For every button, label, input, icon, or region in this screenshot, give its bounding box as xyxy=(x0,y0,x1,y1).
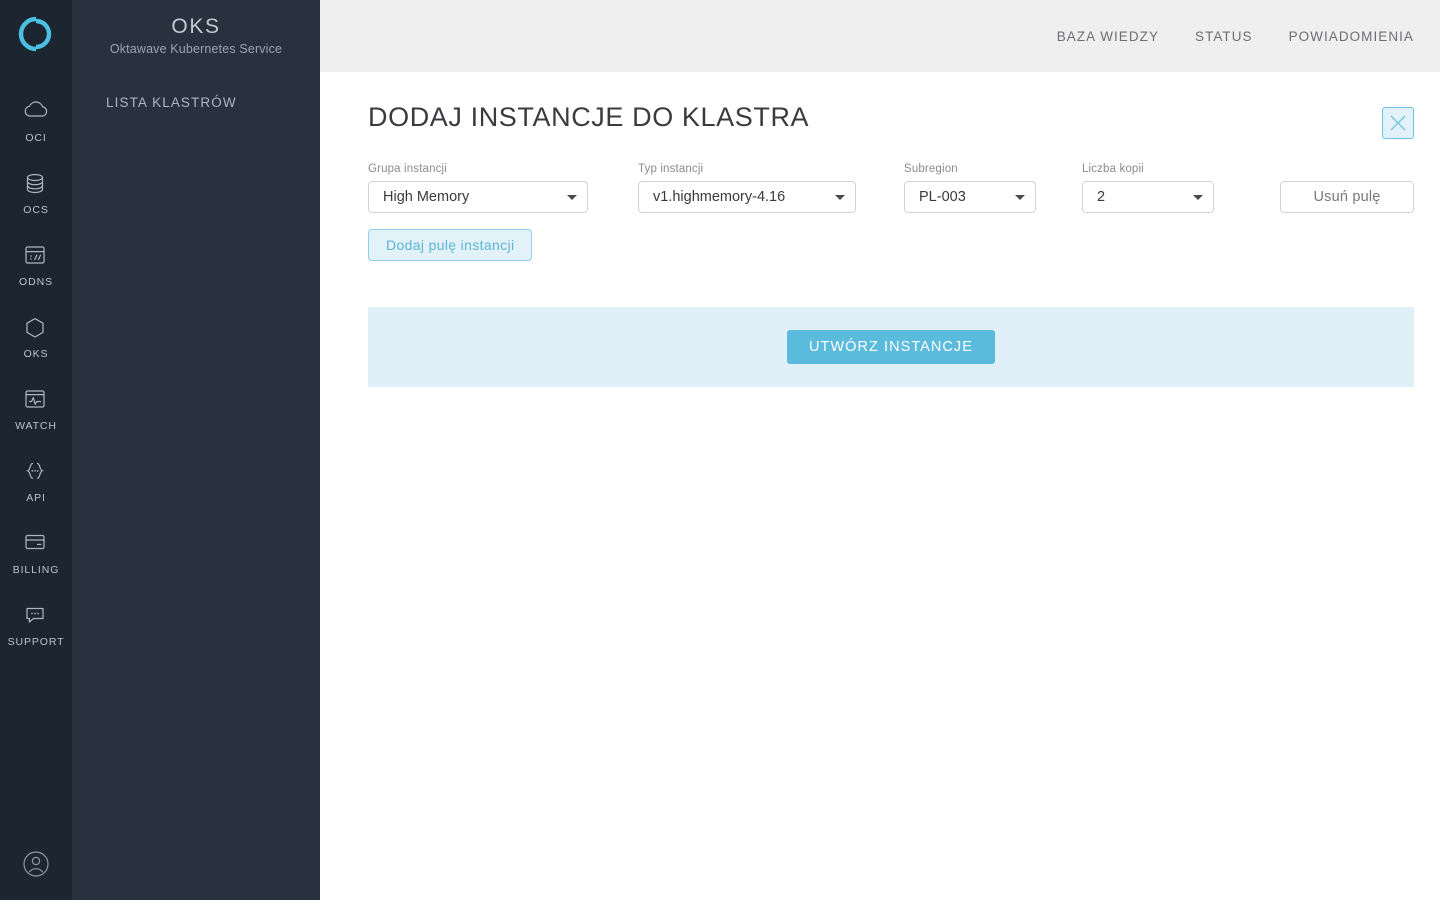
sidebar-item-api[interactable]: API xyxy=(0,446,72,518)
database-icon xyxy=(23,172,49,198)
type-select[interactable]: v1.highmemory-4.16 xyxy=(638,181,856,213)
copies-select[interactable]: 2 xyxy=(1082,181,1214,213)
group-select-value: High Memory xyxy=(383,189,470,205)
instance-pool-row: Grupa instancji High Memory Typ instancj… xyxy=(368,163,1414,213)
copies-select-value: 2 xyxy=(1097,189,1106,205)
browser-url-icon xyxy=(23,244,49,270)
create-instances-button[interactable]: UTWÓRZ INSTANCJE xyxy=(787,330,995,364)
icon-rail: OCI OCS ODNS OKS WATCH API BILLING SUPPO… xyxy=(0,0,72,900)
chevron-down-icon xyxy=(1015,194,1025,200)
group-select[interactable]: High Memory xyxy=(368,181,588,213)
panel-header: OKS Oktawave Kubernetes Service xyxy=(72,0,320,72)
sidebar-item-ocs[interactable]: OCS xyxy=(0,158,72,230)
sidebar-item-label: SUPPORT xyxy=(7,636,65,648)
action-bar: UTWÓRZ INSTANCJE xyxy=(368,307,1414,387)
monitor-pulse-icon xyxy=(23,388,49,414)
app-root: OCI OCS ODNS OKS WATCH API BILLING SUPPO… xyxy=(0,0,1440,900)
rail-item-list: OCI OCS ODNS OKS WATCH API BILLING SUPPO… xyxy=(0,72,72,662)
topnav-item-baza-wiedzy[interactable]: BAZA WIEDZY xyxy=(1057,29,1159,44)
sidebar-item-label: OCS xyxy=(23,204,49,216)
subregion-select[interactable]: PL-003 xyxy=(904,181,1036,213)
type-select-value: v1.highmemory-4.16 xyxy=(653,189,786,205)
remove-pool-button[interactable]: Usuń pulę xyxy=(1280,181,1414,213)
subregion-select-value: PL-003 xyxy=(919,189,966,205)
sidebar-item-watch[interactable]: WATCH xyxy=(0,374,72,446)
chevron-down-icon xyxy=(835,194,845,200)
field-grupa-instancji: Grupa instancji High Memory xyxy=(368,163,588,213)
field-subregion: Subregion PL-003 xyxy=(904,163,1036,213)
field-label: Typ instancji xyxy=(638,163,704,175)
main-area: BAZA WIEDZY STATUS POWIADOMIENIA DODAJ I… xyxy=(320,0,1440,900)
hexagon-icon xyxy=(23,316,49,342)
oktawave-ring-logo-icon xyxy=(17,15,55,58)
panel-item-lista-klastrow[interactable]: LISTA KLASTRÓW xyxy=(72,86,320,119)
sidebar-item-oci[interactable]: OCI xyxy=(0,86,72,158)
sidebar-item-label: OKS xyxy=(23,348,49,360)
add-pool-button[interactable]: Dodaj pulę instancji xyxy=(368,229,533,261)
field-label: Grupa instancji xyxy=(368,163,447,175)
panel-menu: LISTA KLASTRÓW xyxy=(72,72,320,119)
brand-logo[interactable] xyxy=(0,0,72,72)
page-title: DODAJ INSTANCJE DO KLASTRA xyxy=(368,102,810,132)
user-avatar-icon xyxy=(21,849,51,884)
avatar[interactable] xyxy=(0,849,72,884)
sidebar-item-odns[interactable]: ODNS xyxy=(0,230,72,302)
field-label: Liczba kopii xyxy=(1082,163,1144,175)
sidebar-item-label: ODNS xyxy=(19,276,53,288)
sidebar-item-oks[interactable]: OKS xyxy=(0,302,72,374)
curly-braces-icon xyxy=(23,460,49,486)
sidebar-item-billing[interactable]: BILLING xyxy=(0,518,72,590)
cloud-icon xyxy=(23,100,49,126)
sidebar-item-label: OCI xyxy=(25,132,47,144)
side-panel: OKS Oktawave Kubernetes Service LISTA KL… xyxy=(72,0,320,900)
top-bar: BAZA WIEDZY STATUS POWIADOMIENIA xyxy=(320,0,1440,72)
page-content: DODAJ INSTANCJE DO KLASTRA Grupa instanc… xyxy=(320,72,1440,900)
close-button[interactable] xyxy=(1382,107,1414,139)
close-x-icon xyxy=(1390,115,1406,131)
credit-card-icon xyxy=(23,532,49,558)
sidebar-item-label: API xyxy=(26,492,46,504)
panel-title: OKS xyxy=(171,15,221,39)
top-nav: BAZA WIEDZY STATUS POWIADOMIENIA xyxy=(1057,29,1414,44)
sidebar-item-label: WATCH xyxy=(15,420,57,432)
field-liczba-kopii: Liczba kopii 2 xyxy=(1082,163,1214,213)
chevron-down-icon xyxy=(567,194,577,200)
sidebar-item-support[interactable]: SUPPORT xyxy=(0,590,72,662)
sidebar-item-label: BILLING xyxy=(12,564,60,576)
chat-bubble-icon xyxy=(23,604,49,630)
topnav-item-powiadomienia[interactable]: POWIADOMIENIA xyxy=(1289,29,1414,44)
topnav-item-status[interactable]: STATUS xyxy=(1195,29,1253,44)
field-label: Subregion xyxy=(904,163,958,175)
field-typ-instancji: Typ instancji v1.highmemory-4.16 xyxy=(638,163,856,213)
chevron-down-icon xyxy=(1193,194,1203,200)
panel-subtitle: Oktawave Kubernetes Service xyxy=(109,41,283,56)
page-header: DODAJ INSTANCJE DO KLASTRA xyxy=(368,72,1414,139)
